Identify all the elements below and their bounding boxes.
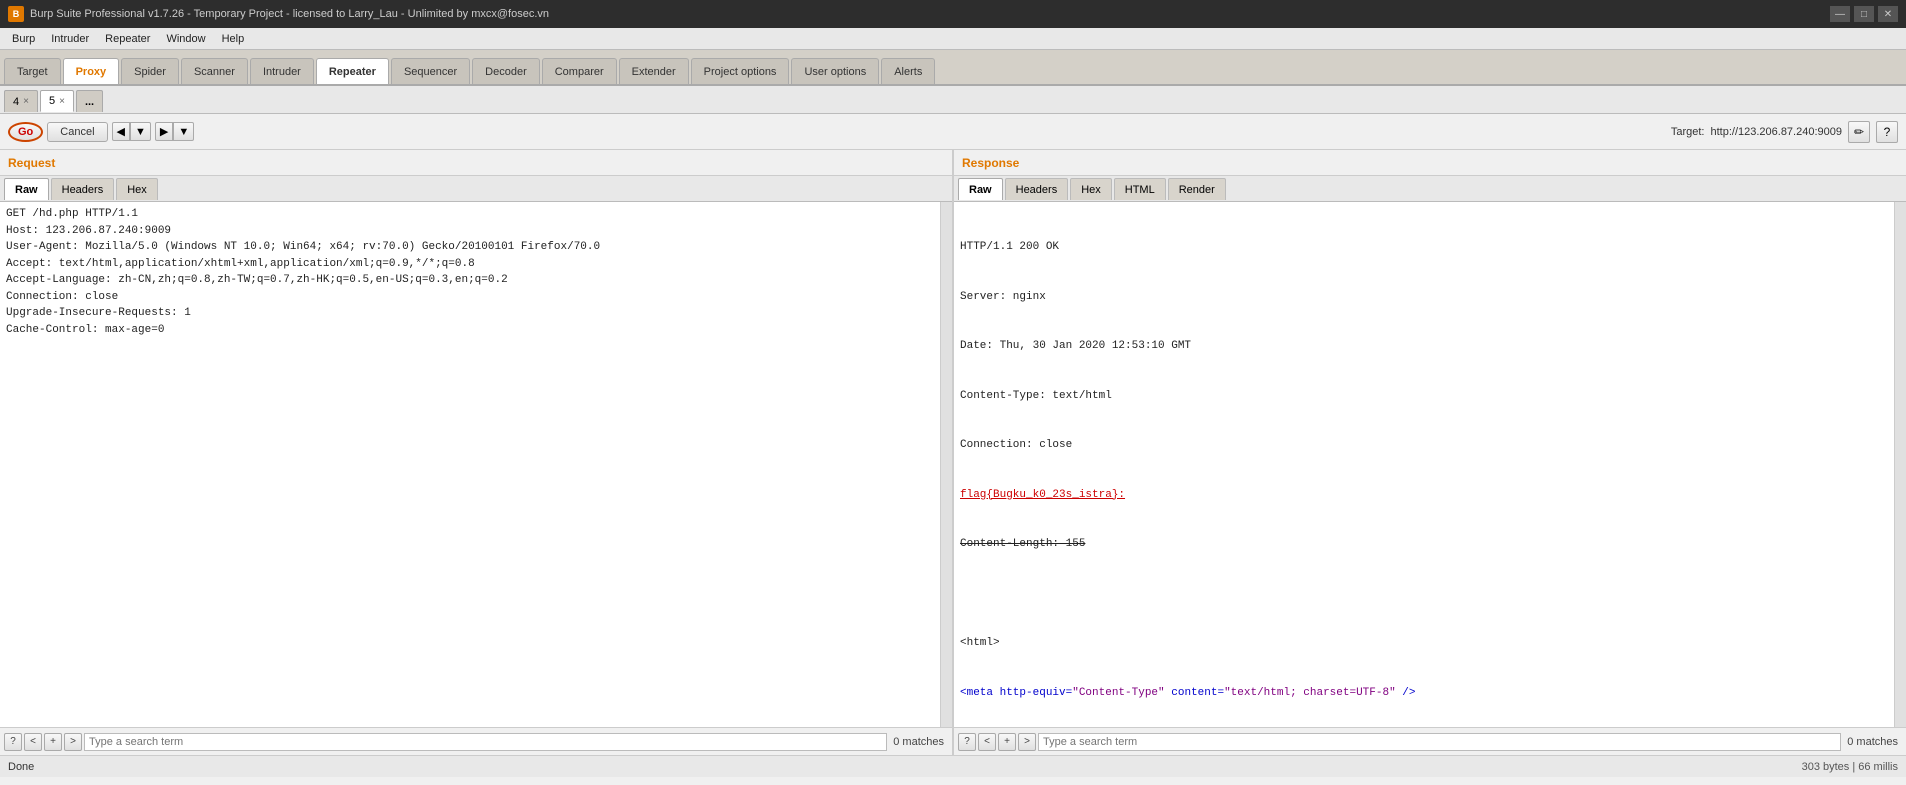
request-text-area[interactable]: GET /hd.php HTTP/1.1 Host: 123.206.87.24…	[0, 202, 940, 727]
tab-scanner[interactable]: Scanner	[181, 58, 248, 84]
toolbar: Go Cancel ◀ ▼ ▶ ▼ Target: http://123.206…	[0, 114, 1906, 150]
response-tab-html[interactable]: HTML	[1114, 178, 1166, 200]
status-text: Done	[8, 761, 34, 773]
request-panel-title: Request	[8, 156, 55, 170]
response-search-matches: 0 matches	[1843, 736, 1902, 748]
response-panel-body: HTTP/1.1 200 OK Server: nginx Date: Thu,…	[954, 202, 1906, 755]
request-tab-raw[interactable]: Raw	[4, 178, 49, 200]
response-text-area[interactable]: HTTP/1.1 200 OK Server: nginx Date: Thu,…	[954, 202, 1894, 727]
response-sub-tab-bar: Raw Headers Hex HTML Render	[954, 176, 1906, 202]
response-tab-headers[interactable]: Headers	[1005, 178, 1069, 200]
tab-user-options[interactable]: User options	[791, 58, 879, 84]
tab-repeater[interactable]: Repeater	[316, 58, 389, 84]
menu-intruder[interactable]: Intruder	[43, 31, 97, 47]
nav-next-button[interactable]: ▶	[155, 122, 173, 141]
request-tab-hex[interactable]: Hex	[116, 178, 158, 200]
repeater-tab-4-label: 4	[13, 96, 19, 108]
menu-bar: Burp Intruder Repeater Window Help	[0, 28, 1906, 50]
nav-prev-group: ◀ ▼	[112, 122, 151, 141]
main-tab-bar: Target Proxy Spider Scanner Intruder Rep…	[0, 50, 1906, 86]
title-bar-controls: — □ ✕	[1830, 6, 1898, 22]
response-line-1: Server: nginx	[960, 289, 1888, 306]
request-search-bar: ? < + > 0 matches	[0, 727, 952, 755]
request-scrollbar[interactable]	[940, 202, 952, 727]
target-value: http://123.206.87.240:9009	[1710, 126, 1842, 138]
go-button[interactable]: Go	[8, 122, 43, 142]
title-bar-title: Burp Suite Professional v1.7.26 - Tempor…	[30, 8, 1830, 20]
response-line-8: <meta http-equiv="Content-Type" content=…	[960, 685, 1888, 702]
tab-proxy[interactable]: Proxy	[63, 58, 120, 84]
tab-extender[interactable]: Extender	[619, 58, 689, 84]
maximize-button[interactable]: □	[1854, 6, 1874, 22]
response-line-2: Date: Thu, 30 Jan 2020 12:53:10 GMT	[960, 338, 1888, 355]
response-line-4: Connection: close	[960, 437, 1888, 454]
response-search-bar: ? < + > 0 matches	[954, 727, 1906, 755]
title-bar: B Burp Suite Professional v1.7.26 - Temp…	[0, 0, 1906, 28]
request-panel-header: Request	[0, 150, 952, 176]
response-tab-hex[interactable]: Hex	[1070, 178, 1112, 200]
tab-comparer[interactable]: Comparer	[542, 58, 617, 84]
menu-burp[interactable]: Burp	[4, 31, 43, 47]
target-help-button[interactable]: ?	[1876, 121, 1898, 143]
status-bar: Done 303 bytes | 66 millis	[0, 755, 1906, 777]
repeater-tab-5[interactable]: 5 ×	[40, 90, 74, 112]
nav-prev-down-button[interactable]: ▼	[130, 122, 151, 141]
tab-intruder[interactable]: Intruder	[250, 58, 314, 84]
response-line-3: Content-Type: text/html	[960, 388, 1888, 405]
tab-sequencer[interactable]: Sequencer	[391, 58, 470, 84]
target-label: Target:	[1671, 126, 1705, 138]
status-right: 303 bytes | 66 millis	[1802, 761, 1898, 773]
request-tab-headers[interactable]: Headers	[51, 178, 115, 200]
response-panel-title: Response	[962, 156, 1019, 170]
response-line-5: flag{Bugku_k0_23s_istra}:	[960, 487, 1888, 504]
response-search-prev[interactable]: <	[978, 733, 996, 751]
response-line-6: Content-Length: 155	[960, 536, 1888, 553]
request-sub-tab-bar: Raw Headers Hex	[0, 176, 952, 202]
request-search-prev[interactable]: <	[24, 733, 42, 751]
target-info: Target: http://123.206.87.240:9009 ✏ ?	[1671, 121, 1898, 143]
request-panel: Request Raw Headers Hex GET /hd.php HTTP…	[0, 150, 954, 755]
menu-window[interactable]: Window	[158, 31, 213, 47]
request-search-add[interactable]: +	[44, 733, 62, 751]
app-icon: B	[8, 6, 24, 22]
cancel-button[interactable]: Cancel	[47, 122, 107, 142]
response-line-0: HTTP/1.1 200 OK	[960, 239, 1888, 256]
response-search-next[interactable]: >	[1018, 733, 1036, 751]
response-scrollbar[interactable]	[1894, 202, 1906, 727]
main-content: Request Raw Headers Hex GET /hd.php HTTP…	[0, 150, 1906, 755]
response-tab-render[interactable]: Render	[1168, 178, 1226, 200]
tab-spider[interactable]: Spider	[121, 58, 179, 84]
repeater-tab-4[interactable]: 4 ×	[4, 90, 38, 112]
menu-repeater[interactable]: Repeater	[97, 31, 158, 47]
nav-next-down-button[interactable]: ▼	[173, 122, 194, 141]
request-panel-body: GET /hd.php HTTP/1.1 Host: 123.206.87.24…	[0, 202, 952, 755]
repeater-tab-row: 4 × 5 × ...	[0, 86, 1906, 114]
response-line-7: <html>	[960, 635, 1888, 652]
response-search-add[interactable]: +	[998, 733, 1016, 751]
menu-help[interactable]: Help	[214, 31, 253, 47]
request-search-help[interactable]: ?	[4, 733, 22, 751]
response-panel: Response Raw Headers Hex HTML Render HTT…	[954, 150, 1906, 755]
repeater-tab-5-close[interactable]: ×	[59, 96, 65, 107]
nav-next-group: ▶ ▼	[155, 122, 194, 141]
target-edit-button[interactable]: ✏	[1848, 121, 1870, 143]
tab-project-options[interactable]: Project options	[691, 58, 790, 84]
response-panel-header: Response	[954, 150, 1906, 176]
minimize-button[interactable]: —	[1830, 6, 1850, 22]
response-tab-raw[interactable]: Raw	[958, 178, 1003, 200]
tab-alerts[interactable]: Alerts	[881, 58, 935, 84]
response-line-blank	[960, 586, 1888, 603]
tab-target[interactable]: Target	[4, 58, 61, 84]
nav-prev-button[interactable]: ◀	[112, 122, 130, 141]
response-search-help[interactable]: ?	[958, 733, 976, 751]
request-search-input[interactable]	[84, 733, 887, 751]
repeater-tab-more[interactable]: ...	[76, 90, 103, 112]
close-button[interactable]: ✕	[1878, 6, 1898, 22]
repeater-tab-4-close[interactable]: ×	[23, 96, 29, 107]
request-search-next[interactable]: >	[64, 733, 82, 751]
repeater-tab-5-label: 5	[49, 95, 55, 107]
request-search-matches: 0 matches	[889, 736, 948, 748]
response-search-input[interactable]	[1038, 733, 1841, 751]
tab-decoder[interactable]: Decoder	[472, 58, 540, 84]
